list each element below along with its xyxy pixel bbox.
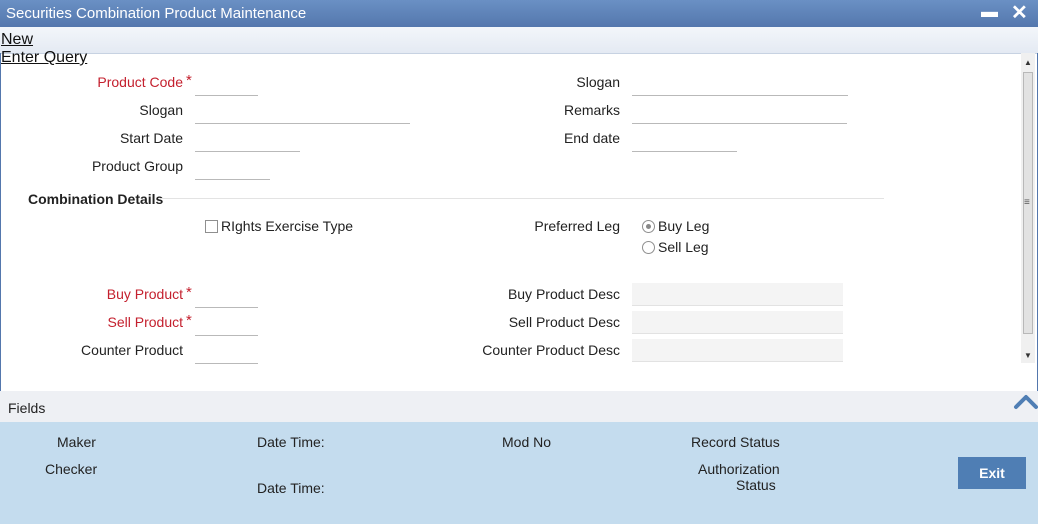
sell-leg-label: Sell Leg: [658, 239, 709, 255]
rights-exercise-type-label: RIghts Exercise Type: [221, 218, 354, 234]
counter-product-desc-field: [632, 339, 843, 362]
slogan-right-label: Slogan: [576, 74, 620, 90]
scroll-up-icon[interactable]: ▲: [1024, 58, 1032, 67]
record-status-label: Record Status: [691, 434, 780, 450]
fields-label[interactable]: Fields: [8, 400, 45, 416]
sell-product-required: *: [186, 312, 192, 329]
slogan-label: Slogan: [139, 102, 183, 118]
buy-leg-label: Buy Leg: [658, 218, 710, 234]
buy-leg-radio[interactable]: [642, 220, 655, 233]
scrollbar-grip-icon: ≡: [1024, 197, 1030, 208]
window-title: Securities Combination Product Maintenan…: [6, 5, 307, 22]
sell-product-input[interactable]: [195, 313, 258, 336]
maker-date-time-label: Date Time:: [257, 434, 325, 450]
product-code-label: Product Code: [97, 74, 183, 90]
authorization-label: Authorization: [698, 461, 780, 477]
remarks-input[interactable]: [632, 101, 847, 124]
sell-leg-radio[interactable]: [642, 241, 655, 254]
start-date-label: Start Date: [119, 130, 183, 146]
mod-no-label: Mod No: [502, 434, 552, 450]
product-code-required: *: [186, 72, 192, 89]
slogan-right-input[interactable]: [632, 73, 848, 96]
sell-product-desc-label: Sell Product Desc: [508, 314, 620, 330]
sell-product-desc-field: [632, 311, 843, 334]
product-group-label: Product Group: [91, 158, 183, 174]
counter-product-desc-label: Counter Product Desc: [482, 342, 620, 358]
section-divider: [160, 198, 884, 199]
authorization-status-label: Status: [736, 477, 776, 493]
window-title-bar: Securities Combination Product Maintenan…: [0, 0, 1038, 27]
scroll-down-icon[interactable]: ▼: [1024, 351, 1032, 360]
preferred-leg-label: Preferred Leg: [534, 218, 620, 234]
checker-label: Checker: [45, 461, 98, 477]
new-link[interactable]: New: [1, 31, 33, 49]
start-date-input[interactable]: [195, 129, 300, 152]
buy-product-label: Buy Product: [106, 286, 183, 302]
buy-product-desc-label: Buy Product Desc: [507, 286, 620, 302]
maker-label: Maker: [57, 434, 96, 450]
buy-product-input[interactable]: [195, 285, 258, 308]
toolbar: [0, 27, 1038, 54]
product-code-input[interactable]: [195, 73, 258, 96]
combination-details-title: Combination Details: [28, 191, 164, 207]
remarks-label: Remarks: [563, 102, 620, 118]
close-icon[interactable]: ✕: [1011, 0, 1028, 25]
sell-product-label: Sell Product: [107, 314, 183, 330]
rights-exercise-type-checkbox[interactable]: [205, 220, 218, 233]
exit-button[interactable]: Exit: [958, 457, 1026, 489]
counter-product-label: Counter Product: [81, 342, 183, 358]
buy-product-required: *: [186, 284, 192, 301]
buy-product-desc-field: [632, 283, 843, 306]
end-date-input[interactable]: [632, 129, 737, 152]
minimize-icon[interactable]: ▬: [981, 2, 998, 22]
fields-bar: [0, 391, 1038, 422]
end-date-label: End date: [563, 130, 620, 146]
collapse-chevron-icon[interactable]: [1013, 391, 1038, 413]
enter-query-link[interactable]: Enter Query: [1, 49, 87, 67]
slogan-input[interactable]: [195, 101, 410, 124]
product-group-input[interactable]: [195, 157, 270, 180]
counter-product-input[interactable]: [195, 341, 258, 364]
checker-date-time-label: Date Time:: [257, 480, 325, 496]
